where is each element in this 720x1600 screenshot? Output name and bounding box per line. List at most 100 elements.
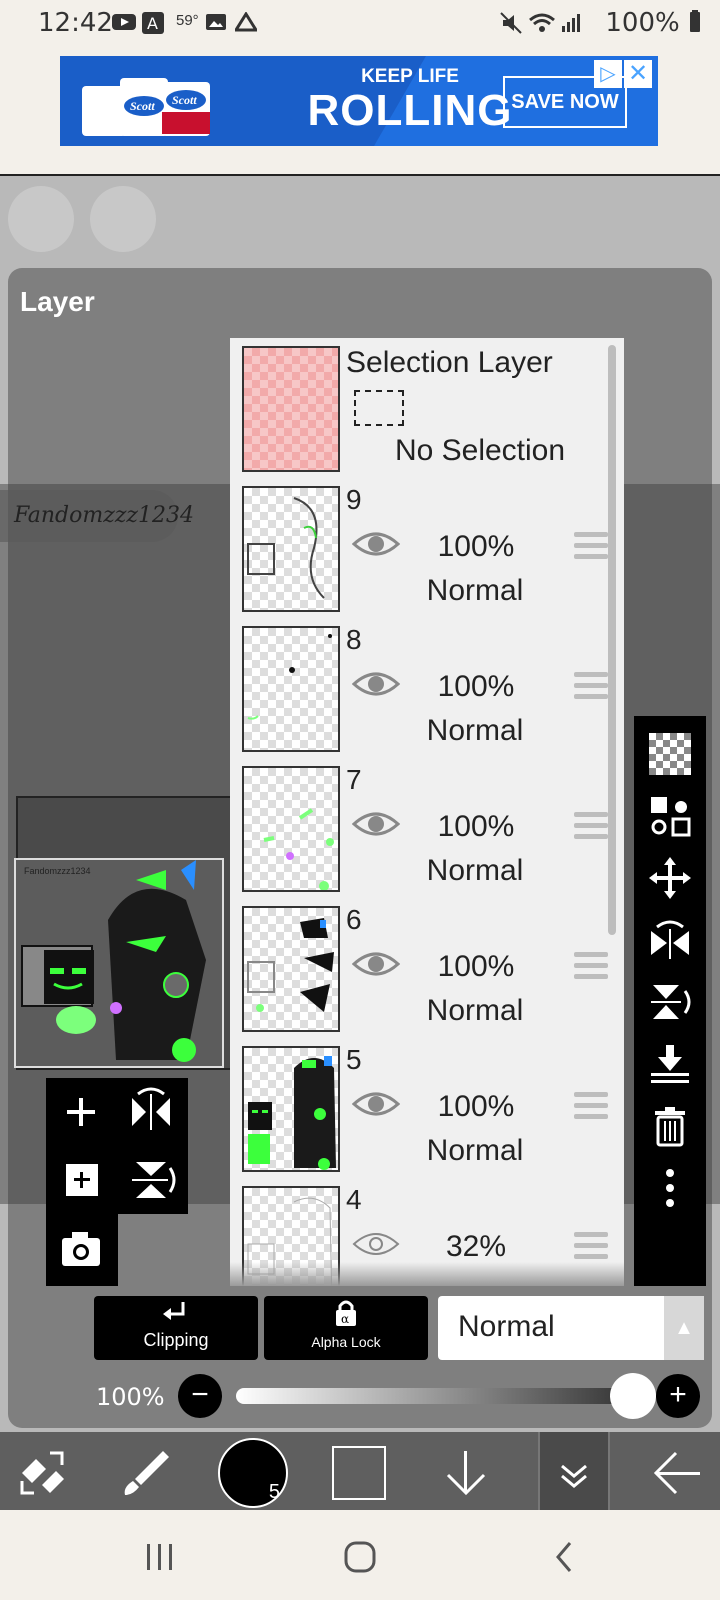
- brush-tool-icon[interactable]: [110, 1432, 180, 1510]
- layer-thumbnail: [242, 486, 340, 612]
- layer-number: 4: [346, 1184, 362, 1215]
- opacity-decrease-button[interactable]: −: [178, 1374, 222, 1418]
- svg-text:A: A: [147, 14, 158, 33]
- layer-tools: [634, 716, 706, 1286]
- duplicate-layer-button[interactable]: [46, 1146, 116, 1214]
- status-bar: 12:42 A 59° 100%: [0, 0, 720, 44]
- wifi-icon: [528, 12, 556, 32]
- more-options-icon[interactable]: [634, 1154, 706, 1216]
- brand-text: Scott: [130, 99, 155, 113]
- list-fade: [230, 1262, 624, 1286]
- youtube-icon: [112, 12, 136, 32]
- battery-percent: 100%: [605, 8, 680, 38]
- visibility-eye-icon[interactable]: [351, 1088, 401, 1120]
- camera-tool: [46, 1214, 118, 1286]
- layer-number: 7: [346, 764, 362, 795]
- drag-handle-icon[interactable]: [574, 1232, 608, 1262]
- layer-thumbnail: [242, 626, 340, 752]
- merge-down-icon[interactable]: [634, 1030, 706, 1092]
- layer-number: 6: [346, 904, 362, 935]
- layer-thumbnail: [242, 1046, 340, 1172]
- flip-horizontal-button[interactable]: [116, 1078, 186, 1146]
- layer-row[interactable]: 8 100% Normal: [230, 618, 624, 760]
- signal-icon: [560, 12, 582, 32]
- layer-blend-mode: Normal: [426, 854, 524, 887]
- redo-button[interactable]: [90, 186, 156, 252]
- layer-swap-icon[interactable]: [634, 782, 706, 844]
- app-icon: A: [142, 12, 164, 34]
- down-arrow-icon[interactable]: [436, 1432, 496, 1510]
- drag-handle-icon[interactable]: [574, 672, 608, 702]
- back-button[interactable]: [534, 1510, 594, 1600]
- delete-layer-icon[interactable]: [634, 1092, 706, 1154]
- drag-handle-icon[interactable]: [574, 812, 608, 842]
- panel-title: Layer: [20, 286, 95, 317]
- clipping-icon: [163, 1302, 185, 1320]
- ad-banner[interactable]: Scott Scott KEEP LIFE ROLLING SAVE NOW ▷…: [60, 56, 658, 146]
- layer-opacity: 100%: [437, 810, 515, 843]
- blend-mode-select[interactable]: Normal ▲: [438, 1296, 704, 1360]
- battery-icon: [690, 10, 700, 32]
- dropdown-arrow-icon[interactable]: ▲: [664, 1296, 704, 1360]
- system-navbar: [0, 1510, 720, 1600]
- signature-text: Fandomzzz1234: [0, 490, 194, 542]
- back-arrow-icon[interactable]: [644, 1432, 708, 1510]
- flip-vertical-button[interactable]: [116, 1146, 186, 1214]
- layer-row[interactable]: 5 100% Normal: [230, 1038, 624, 1180]
- opacity-slider-knob[interactable]: [610, 1373, 656, 1419]
- clipping-label: Clipping: [143, 1330, 209, 1350]
- main-toolbar: 5: [0, 1432, 720, 1510]
- flip-vertical-icon[interactable]: [634, 968, 706, 1030]
- ad-area: Scott Scott KEEP LIFE ROLLING SAVE NOW ▷…: [0, 44, 720, 176]
- layer-opacity: 100%: [437, 530, 515, 563]
- selection-thumbnail: [242, 346, 340, 472]
- layer-list[interactable]: Selection Layer No Selection 9 100% Norm…: [230, 338, 624, 1286]
- drag-handle-icon[interactable]: [574, 532, 608, 562]
- brush-color-swatch[interactable]: 5: [218, 1438, 288, 1508]
- selection-marquee-icon: [354, 390, 404, 426]
- layer-thumbnail: [242, 906, 340, 1032]
- alpha-lock-button[interactable]: α Alpha Lock: [264, 1296, 428, 1360]
- opacity-increase-button[interactable]: +: [656, 1374, 700, 1418]
- home-button[interactable]: [330, 1510, 390, 1600]
- add-layer-button[interactable]: [46, 1078, 116, 1146]
- drag-handle-icon[interactable]: [574, 952, 608, 982]
- flip-horizontal-icon[interactable]: [634, 906, 706, 968]
- visibility-eye-icon[interactable]: [351, 528, 401, 560]
- drag-handle-icon[interactable]: [574, 1092, 608, 1122]
- canvas-thumbnail[interactable]: Fandomzzz1234: [14, 858, 224, 1068]
- layer-row[interactable]: 7 100% Normal: [230, 758, 624, 900]
- canvas-tools: [46, 1078, 188, 1214]
- layer-opacity: 100%: [437, 1090, 515, 1123]
- visibility-eye-icon[interactable]: [352, 1228, 400, 1260]
- layer-row[interactable]: 6 100% Normal: [230, 898, 624, 1040]
- double-chevron-down-icon: [561, 1464, 587, 1488]
- ad-close-icon[interactable]: ✕: [624, 60, 652, 88]
- adchoices-icon[interactable]: ▷: [594, 60, 622, 88]
- alpha-lock-label: Alpha Lock: [311, 1334, 381, 1350]
- visibility-eye-icon[interactable]: [351, 668, 401, 700]
- undo-button[interactable]: [8, 186, 74, 252]
- selection-layer-name: Selection Layer: [346, 346, 553, 379]
- layer-row[interactable]: 9 100% Normal: [230, 478, 624, 620]
- swap-tool-icon[interactable]: [10, 1432, 74, 1510]
- layer-number: 9: [346, 484, 362, 515]
- layer-thumbnail: [242, 766, 340, 892]
- recent-apps-button[interactable]: [130, 1510, 190, 1600]
- opacity-value: 100%: [96, 1383, 165, 1411]
- selection-status: No Selection: [394, 434, 566, 467]
- layer-opacity: 100%: [437, 950, 515, 983]
- visibility-eye-icon[interactable]: [351, 808, 401, 840]
- camera-button[interactable]: [46, 1216, 116, 1284]
- move-icon[interactable]: [634, 844, 706, 906]
- layer-list-scrollbar[interactable]: [608, 345, 616, 935]
- clipping-button[interactable]: Clipping: [94, 1296, 258, 1360]
- svg-text:α: α: [341, 1312, 349, 1326]
- layer-opacity: 100%: [437, 670, 515, 703]
- visibility-eye-icon[interactable]: [351, 948, 401, 980]
- transparency-icon[interactable]: [634, 720, 706, 782]
- layer-panel-toggle[interactable]: [538, 1432, 610, 1510]
- secondary-color-swatch[interactable]: [332, 1446, 386, 1500]
- opacity-slider[interactable]: [236, 1388, 632, 1404]
- selection-layer[interactable]: Selection Layer No Selection: [230, 338, 624, 480]
